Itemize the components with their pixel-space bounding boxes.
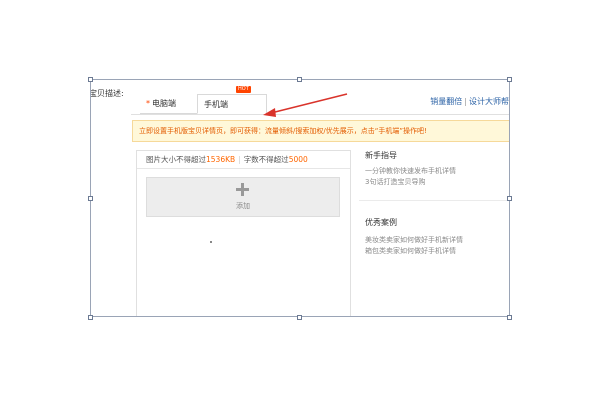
resize-handle[interactable] — [507, 77, 512, 82]
link-design[interactable]: 设计大师帮 — [469, 97, 509, 106]
mobile-detail-editor: 图片大小不得超过1536KB | 字数不得超过5000 添加 — [136, 150, 351, 316]
screenshot-frame: 宝贝描述: * 电脑端 手机端 HOT 销量翻倍 | 设计大师帮 立即设置手机版宝贝详… — [90, 79, 510, 317]
field-label: 宝贝描述: — [90, 89, 124, 98]
resize-handle[interactable] — [507, 315, 512, 320]
notice-banner: 立即设置手机版宝贝详情页，即可获得：流量倾斜/搜索加权/优先展示，点击“手机端”… — [132, 120, 509, 142]
size-limit: 1536KB — [206, 155, 236, 164]
chars-label: 字数不得超过 — [243, 155, 289, 164]
resize-handle[interactable] — [88, 77, 93, 82]
resize-handle[interactable] — [297, 315, 302, 320]
tab-pc[interactable]: * 电脑端 — [140, 94, 200, 114]
help-sidebar: 新手指导 一分钟教你快速发布手机详情 3句话打造宝贝导购 优秀案例 美妆类卖家如… — [359, 150, 509, 316]
case-link-2[interactable]: 箱包类卖家如何做好手机详情 — [365, 246, 456, 256]
top-links: 销量翻倍 | 设计大师帮 — [430, 96, 509, 107]
link-sales[interactable]: 销量翻倍 — [430, 97, 462, 106]
guide-link-2[interactable]: 3句话打造宝贝导购 — [365, 177, 425, 187]
size-label: 图片大小不得超过 — [146, 155, 206, 164]
guide-link-1[interactable]: 一分钟教你快速发布手机详情 — [365, 166, 456, 176]
plus-icon — [236, 183, 249, 196]
case-link-1[interactable]: 美妆类卖家如何做好手机新详情 — [365, 235, 463, 245]
link-separator: | — [464, 97, 467, 106]
hot-badge: HOT — [236, 86, 251, 93]
editor-limits: 图片大小不得超过1536KB | 字数不得超过5000 — [137, 151, 350, 169]
tab-mobile[interactable]: 手机端 — [197, 94, 267, 114]
resize-handle[interactable] — [88, 315, 93, 320]
tab-mobile-label: 手机端 — [204, 100, 228, 109]
add-button[interactable]: 添加 — [146, 177, 340, 217]
add-label: 添加 — [236, 202, 250, 210]
sidebar-divider — [359, 200, 509, 201]
cases-title: 优秀案例 — [365, 218, 397, 227]
limit-divider: | — [238, 155, 241, 164]
resize-handle[interactable] — [297, 77, 302, 82]
guide-title: 新手指导 — [365, 151, 397, 160]
resize-handle[interactable] — [88, 196, 93, 201]
required-mark: * — [146, 99, 150, 108]
tab-pc-label: 电脑端 — [152, 99, 176, 108]
chars-limit: 5000 — [288, 155, 308, 164]
red-arrow-icon — [263, 93, 348, 117]
description-editor-panel: 宝贝描述: * 电脑端 手机端 HOT 销量翻倍 | 设计大师帮 立即设置手机版宝贝详… — [91, 80, 509, 316]
text-cursor — [210, 241, 212, 243]
resize-handle[interactable] — [507, 196, 512, 201]
